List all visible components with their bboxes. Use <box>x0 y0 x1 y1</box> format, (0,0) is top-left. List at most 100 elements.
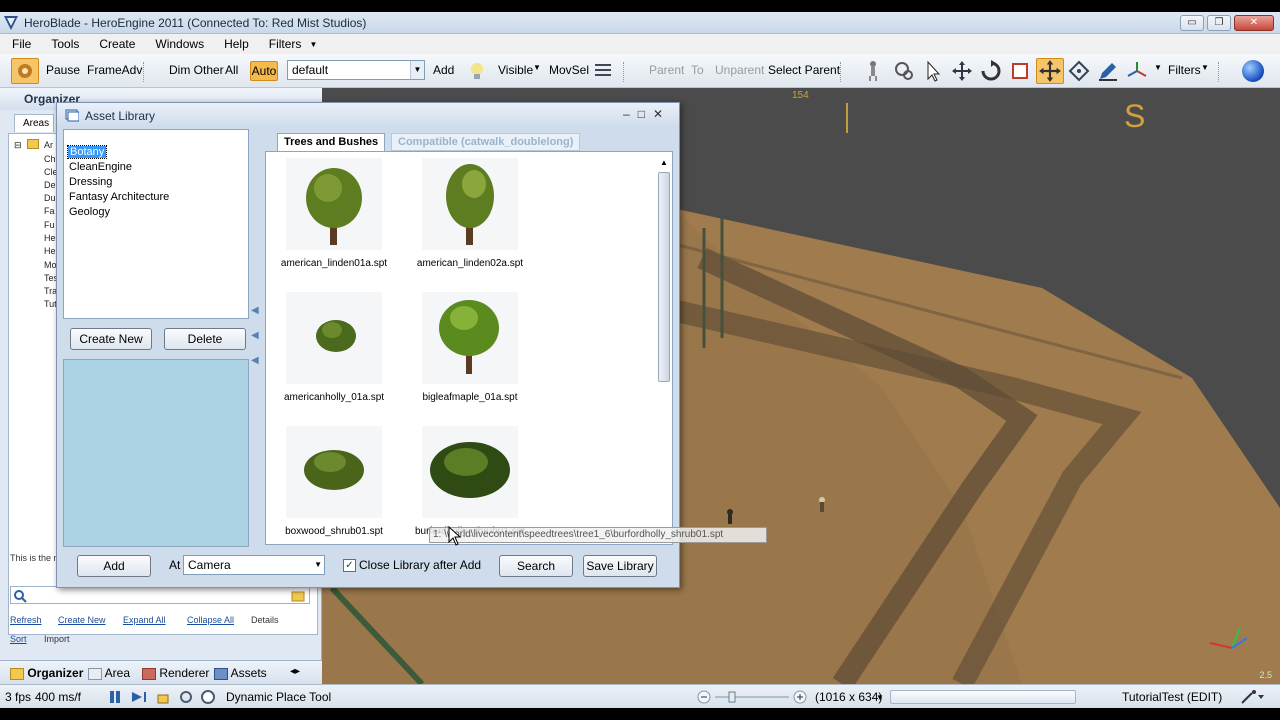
globe-icon[interactable] <box>1240 58 1266 84</box>
category-list[interactable]: Botany CleanEngine Dressing Fantasy Arch… <box>63 129 249 319</box>
collapse-all-link[interactable]: Collapse All <box>187 615 234 625</box>
scroll-thumb[interactable] <box>658 172 670 382</box>
tree-item[interactable]: Ch <box>44 154 56 164</box>
delete-button[interactable]: Delete <box>164 328 246 350</box>
arrow-left-icon[interactable]: ◀ <box>251 355 259 366</box>
scale-box-icon[interactable] <box>1009 60 1031 82</box>
folder-icon[interactable] <box>291 590 305 602</box>
tab-compatible[interactable]: Compatible (catwalk_doublelong) <box>391 133 581 151</box>
filters-button[interactable]: Filters <box>1168 63 1201 77</box>
scroll-up-icon[interactable]: ▲ <box>660 158 668 167</box>
save-library-button[interactable]: Save Library <box>583 555 657 577</box>
pencil-icon[interactable] <box>1097 60 1119 82</box>
asset-tile[interactable]: american_linden02a.spt <box>402 158 538 269</box>
frame-adv-button[interactable]: FrameAdv <box>87 63 142 77</box>
pause-toggle[interactable] <box>11 58 39 84</box>
chevron-down-icon[interactable]: ▼ <box>1154 63 1162 72</box>
restore-button[interactable]: ❐ <box>1207 15 1231 31</box>
tab-scroll-right[interactable]: ◂▸ <box>290 666 300 677</box>
select-parent-button[interactable]: Select Parent <box>768 63 840 77</box>
asset-tile[interactable]: boxwood_shrub01.spt <box>266 426 402 537</box>
tree-item[interactable]: He <box>44 233 56 243</box>
category-item[interactable]: CleanEngine <box>69 161 132 173</box>
snap-icon[interactable] <box>1068 60 1090 82</box>
dim-other-button[interactable]: Dim Other <box>169 63 224 77</box>
rotate-icon[interactable] <box>980 60 1002 82</box>
tree-item[interactable]: He <box>44 246 56 256</box>
translate-tool-active[interactable] <box>1036 58 1064 84</box>
menu-tools[interactable]: Tools <box>39 37 87 51</box>
menu-create[interactable]: Create <box>87 37 143 51</box>
menu-file[interactable]: File <box>0 37 39 51</box>
tree-expander[interactable]: ⊟ <box>14 140 22 151</box>
asset-tile[interactable]: bigleafmaple_01a.spt <box>402 292 538 403</box>
asset-tile[interactable]: americanholly_01a.spt <box>266 292 402 403</box>
tab-trees-and-bushes[interactable]: Trees and Bushes <box>277 133 386 151</box>
toolbar-grip[interactable] <box>623 62 627 82</box>
minimize-button[interactable]: ▭ <box>1180 15 1204 31</box>
tree-item[interactable]: Ar <box>44 140 53 150</box>
tab-area[interactable]: Area <box>88 666 130 680</box>
refresh-link[interactable]: Refresh <box>10 615 42 625</box>
toolbar-grip[interactable] <box>840 62 844 82</box>
chevron-down-icon[interactable]: ▼ <box>533 63 541 72</box>
all-button[interactable]: All <box>225 63 238 77</box>
tab-renderer[interactable]: Renderer <box>142 666 209 680</box>
list-icon[interactable] <box>592 60 614 82</box>
tree-item[interactable]: Du <box>44 193 56 203</box>
asset-tile[interactable]: burfordholly_shrub01.spt <box>402 426 538 537</box>
zoom-slider[interactable] <box>697 689 807 705</box>
lightbulb-icon[interactable] <box>466 60 488 82</box>
tree-item[interactable]: De <box>44 180 56 190</box>
at-select[interactable]: Camera ▼ <box>183 555 325 575</box>
close-button[interactable]: ✕ <box>1234 15 1274 31</box>
arrow-left-icon[interactable]: ◀ <box>251 330 259 341</box>
arrow-left-icon[interactable]: ◀ <box>251 305 259 316</box>
close-after-add-checkbox[interactable]: ✓ <box>343 559 356 572</box>
tab-organizer[interactable]: Organizer <box>10 666 83 680</box>
add-asset-button[interactable]: Add <box>77 555 151 577</box>
chevron-down-icon[interactable]: ▼ <box>1201 63 1209 72</box>
chevron-down-icon[interactable]: ▼ <box>876 693 884 702</box>
select-arrow-icon[interactable] <box>922 60 944 82</box>
parent-button[interactable]: Parent <box>649 63 684 77</box>
axis-icon[interactable] <box>1126 60 1148 82</box>
tree-item[interactable]: Mo <box>44 260 57 270</box>
library-drop-area[interactable] <box>63 359 249 547</box>
unparent-button[interactable]: Unparent <box>715 63 764 77</box>
person-icon[interactable] <box>862 60 884 82</box>
tab-assets[interactable]: Assets <box>214 666 267 680</box>
connection-icon[interactable] <box>1240 689 1266 705</box>
menu-windows[interactable]: Windows <box>143 37 212 51</box>
gears-icon[interactable] <box>893 60 915 82</box>
organizer-search-input[interactable] <box>10 586 310 604</box>
toolbar-grip[interactable] <box>143 62 147 82</box>
tab-areas[interactable]: Areas <box>14 114 54 132</box>
menu-help[interactable]: Help <box>212 37 257 51</box>
movsel-button[interactable]: MovSel <box>549 63 589 77</box>
visible-button[interactable]: Visible <box>498 63 533 77</box>
import-link[interactable]: Import <box>44 634 70 644</box>
category-item[interactable]: Fantasy Architecture <box>69 191 169 203</box>
asset-grid-scrollbar[interactable]: ▲ <box>658 158 670 540</box>
category-item[interactable]: Geology <box>69 206 110 218</box>
profile-select[interactable]: default ▼ <box>287 60 425 80</box>
create-new-link[interactable]: Create New <box>58 615 106 625</box>
category-item[interactable]: Botany <box>66 145 108 159</box>
search-icon[interactable] <box>13 589 27 603</box>
dialog-title-bar[interactable]: Asset Library –□✕ <box>57 103 679 127</box>
tree-item[interactable]: Fu <box>44 220 55 230</box>
move-icon[interactable] <box>951 60 973 82</box>
status-tool-icons[interactable] <box>110 689 220 705</box>
auto-button[interactable]: Auto <box>250 61 278 81</box>
category-item[interactable]: Dressing <box>69 176 112 188</box>
add-button[interactable]: Add <box>433 63 454 77</box>
asset-tile[interactable]: american_linden01a.spt <box>266 158 402 269</box>
search-button[interactable]: Search <box>499 555 573 577</box>
toolbar-grip[interactable] <box>1218 62 1222 82</box>
create-new-button[interactable]: Create New <box>70 328 152 350</box>
to-button[interactable]: To <box>691 63 704 77</box>
dialog-window-controls[interactable]: –□✕ <box>623 107 671 121</box>
tree-item[interactable]: Fa <box>44 206 55 216</box>
asset-grid[interactable]: american_linden01a.spt american_linden02… <box>265 151 673 545</box>
